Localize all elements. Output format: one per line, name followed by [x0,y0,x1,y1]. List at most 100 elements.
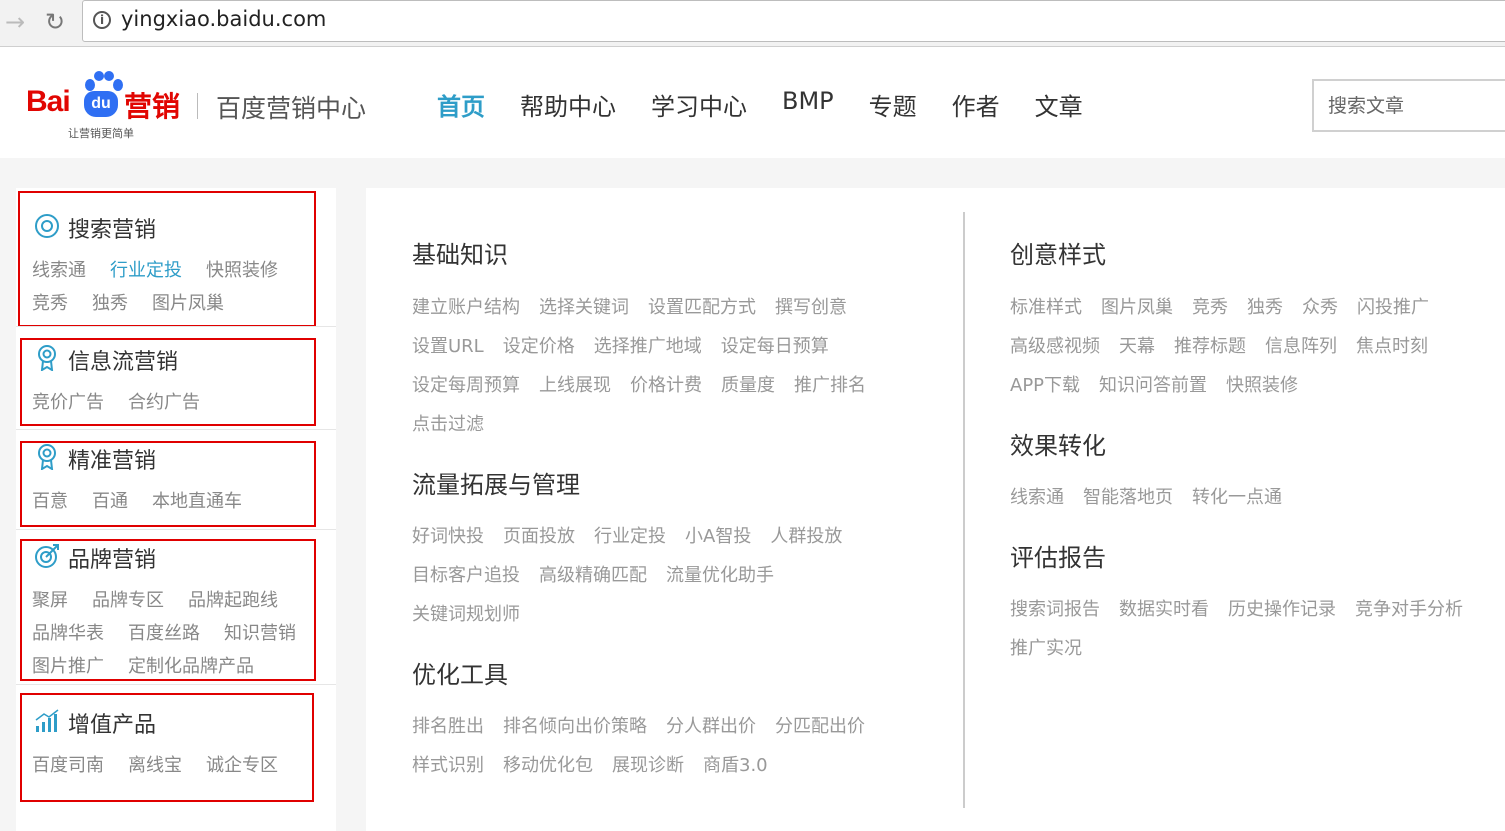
category-link[interactable]: 图片凤巢 [152,293,224,314]
section-link[interactable]: 推荐标题 [1174,336,1246,357]
section-link[interactable]: 行业定投 [594,526,666,547]
section-link[interactable]: 流量优化助手 [666,565,774,586]
link-row: 排名胜出 排名倾向出价策略 分人群出价 分匹配出价 [412,712,884,751]
section-link[interactable]: 设定每周预算 [412,375,520,396]
category-link[interactable]: 百度司南 [32,755,104,776]
section-link[interactable]: 点击过滤 [412,414,484,435]
section-link[interactable]: 设置匹配方式 [648,297,756,318]
nav-item[interactable]: 作者 [952,87,1000,122]
section-link[interactable]: APP下载 [1010,375,1080,396]
section-link[interactable]: 质量度 [721,375,775,396]
section-link[interactable]: 知识问答前置 [1099,375,1207,396]
url-text[interactable]: yingxiao.baidu.com [121,7,326,31]
back-arrow-icon[interactable]: → [0,8,30,36]
section-link[interactable]: 信息阵列 [1265,336,1337,357]
site-name[interactable]: 百度营销中心 [216,89,366,125]
section-link[interactable]: 价格计费 [630,375,702,396]
section-link[interactable]: 人群投放 [770,526,842,547]
section-link[interactable]: 高级感视频 [1010,336,1100,357]
section-link[interactable]: 撰写创意 [775,297,847,318]
nav-item[interactable]: 学习中心 [651,87,747,122]
section-link[interactable]: 转化一点通 [1192,487,1282,508]
section-link[interactable]: 闪投推广 [1357,297,1429,318]
section-link[interactable]: 快照装修 [1226,375,1298,396]
section-link[interactable]: 分匹配出价 [775,716,865,737]
section-link[interactable]: 设置URL [412,336,484,357]
section-link[interactable]: 分人群出价 [666,716,756,737]
section-link[interactable]: 商盾3.0 [703,755,768,776]
section-link[interactable]: 小A智投 [685,526,751,547]
category-link[interactable]: 线索通 [32,260,86,281]
section-link[interactable]: 设定价格 [503,336,575,357]
category-link[interactable]: 品牌华表 [32,623,104,644]
section-link[interactable]: 目标客户追投 [412,565,520,586]
section-link[interactable]: 样式识别 [412,755,484,776]
category-link[interactable]: 快照装修 [206,260,278,281]
category-link[interactable]: 百意 [32,491,68,512]
category-link[interactable]: 行业定投 [110,260,182,281]
section-link[interactable]: 排名胜出 [412,716,484,737]
section-link[interactable]: 众秀 [1302,297,1338,318]
section-link[interactable]: 焦点时刻 [1356,336,1428,357]
baidu-logo[interactable]: Bai du 营销 让营销更简单 [26,71,186,143]
section-link[interactable]: 展现诊断 [612,755,684,776]
section-link[interactable]: 设定每日预算 [721,336,829,357]
nav-item[interactable]: BMP [782,87,834,122]
category-link[interactable]: 竞价广告 [32,392,104,413]
category-link[interactable]: 定制化品牌产品 [128,656,254,677]
section-link[interactable]: 高级精确匹配 [539,565,647,586]
section-link[interactable]: 建立账户结构 [412,297,520,318]
category-title[interactable]: 精准营销 [68,443,156,475]
section-link[interactable]: 选择推广地域 [594,336,702,357]
section-link[interactable]: 上线展现 [539,375,611,396]
info-icon[interactable]: i [93,11,111,29]
nav-item[interactable]: 帮助中心 [520,87,616,122]
category-title[interactable]: 信息流营销 [68,344,178,376]
section-link[interactable]: 竞争对手分析 [1355,599,1463,620]
category-title[interactable]: 增值产品 [68,707,156,739]
category-link[interactable]: 聚屏 [32,590,68,611]
nav-item[interactable]: 首页 [437,87,485,122]
category-link[interactable]: 品牌起跑线 [188,590,278,611]
section-link[interactable]: 页面投放 [503,526,575,547]
section-link[interactable]: 智能落地页 [1083,487,1173,508]
nav-item[interactable]: 文章 [1035,87,1083,122]
section-link[interactable]: 移动优化包 [503,755,593,776]
section-link[interactable]: 数据实时看 [1119,599,1209,620]
category-link[interactable]: 品牌专区 [92,590,164,611]
section-link[interactable]: 天幕 [1119,336,1155,357]
category-title[interactable]: 品牌营销 [68,542,156,574]
category-link[interactable]: 合约广告 [128,392,200,413]
category-link[interactable]: 知识营销 [224,623,296,644]
search-input[interactable] [1314,81,1505,131]
browser-toolbar: → ↻ i yingxiao.baidu.com [0,0,1505,47]
category-link[interactable]: 离线宝 [128,755,182,776]
category-link[interactable]: 竞秀 [32,293,68,314]
category-link[interactable]: 图片推广 [32,656,104,677]
section-link[interactable]: 搜索词报告 [1010,599,1100,620]
section-link[interactable]: 历史操作记录 [1228,599,1336,620]
section-link[interactable]: 线索通 [1010,487,1064,508]
category-link[interactable]: 诚企专区 [206,755,278,776]
section-link[interactable]: 图片凤巢 [1101,297,1173,318]
section-link[interactable]: 选择关键词 [539,297,629,318]
section-link[interactable]: 独秀 [1247,297,1283,318]
section-link[interactable]: 推广实况 [1010,638,1082,659]
section-link[interactable]: 推广排名 [794,375,866,396]
section-link[interactable]: 排名倾向出价策略 [503,716,647,737]
section-link[interactable]: 关键词规划师 [412,604,520,625]
reload-icon[interactable]: ↻ [40,8,70,36]
category-link[interactable]: 百度丝路 [128,623,200,644]
category-title[interactable]: 搜索营销 [68,212,156,244]
search-box[interactable] [1312,79,1505,132]
link-row: 竞秀 独秀 图片凤巢 [32,289,302,322]
section-link[interactable]: 竞秀 [1192,297,1228,318]
section-link[interactable]: 标准样式 [1010,297,1082,318]
section-link[interactable]: 好词快投 [412,526,484,547]
address-bar[interactable]: i yingxiao.baidu.com [82,0,1505,42]
category-link[interactable]: 独秀 [92,293,128,314]
category-link[interactable]: 本地直通车 [152,491,242,512]
logo-slogan: 让营销更简单 [68,127,134,140]
category-link[interactable]: 百通 [92,491,128,512]
nav-item[interactable]: 专题 [869,87,917,122]
